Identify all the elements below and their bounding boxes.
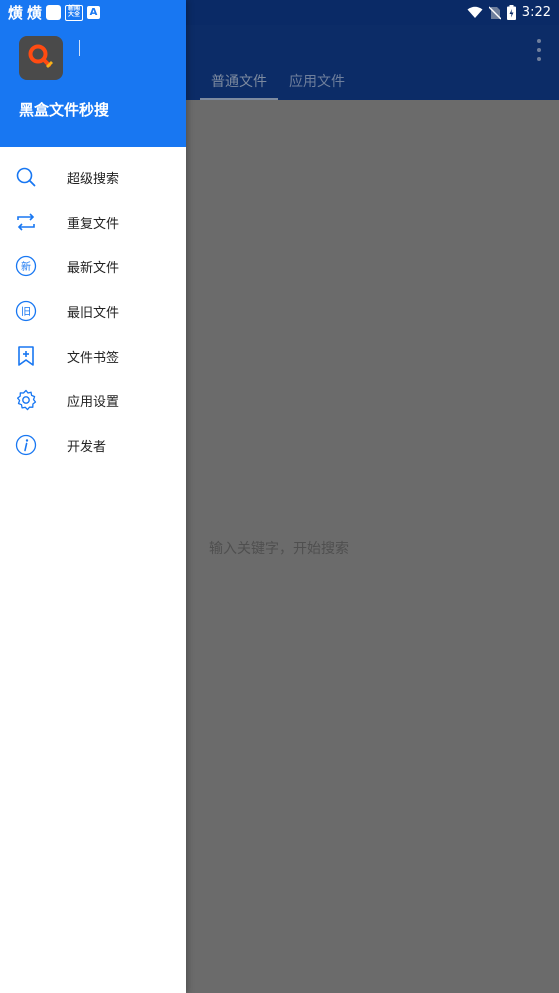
menu-label: 最新文件 — [67, 261, 120, 277]
drawer-menu: 超级搜索 重复文件 新 最新文件 旧 最旧文件 文件书签 应用设置 开发者 — [0, 155, 186, 468]
tab-app-files[interactable]: 应用文件 — [278, 66, 356, 100]
search-icon — [16, 167, 36, 187]
menu-label: 最旧文件 — [67, 305, 120, 321]
svg-text:旧: 旧 — [21, 306, 31, 318]
menu-label: 重复文件 — [67, 216, 120, 232]
menu-item-super-search[interactable]: 超级搜索 — [0, 155, 186, 200]
battery-charging-icon — [506, 5, 516, 20]
empty-search-hint: 输入关键字，开始搜索 — [209, 541, 349, 557]
menu-item-oldest-files[interactable]: 旧 最旧文件 — [0, 289, 186, 334]
menu-label: 应用设置 — [67, 395, 120, 411]
menu-label: 文件书签 — [67, 350, 120, 366]
app-name: 黑盒文件秒搜 — [19, 101, 110, 119]
new-badge-icon: 新 — [15, 256, 37, 277]
menu-item-file-bookmarks[interactable]: 文件书签 — [0, 334, 186, 379]
status-bar-left: 熿 熿 新闻大全 A — [8, 0, 101, 25]
gear-icon — [16, 390, 37, 411]
news-app-icon: 新闻大全 — [65, 4, 84, 21]
menu-item-developer[interactable]: 开发者 — [0, 423, 186, 468]
menu-label: 超级搜索 — [67, 171, 120, 187]
notification-glyph-1: 熿 — [8, 4, 24, 22]
notification-glyph-2: 熿 — [27, 4, 43, 22]
text-cursor — [79, 40, 80, 56]
menu-label: 开发者 — [67, 439, 107, 455]
old-badge-icon: 旧 — [15, 300, 37, 322]
clock: 3:22 — [521, 5, 551, 20]
menu-item-newest-files[interactable]: 新 最新文件 — [0, 244, 186, 289]
no-sim-icon — [488, 5, 501, 20]
tab-normal-files[interactable]: 普通文件 — [200, 66, 278, 100]
menu-item-app-settings[interactable]: 应用设置 — [0, 378, 186, 423]
navigation-drawer: 黑盒文件秒搜 超级搜索 重复文件 新 最新文件 旧 最旧文件 文件书签 应用设置… — [0, 0, 186, 993]
app-logo — [19, 36, 63, 80]
info-icon — [15, 434, 37, 456]
overflow-menu-button[interactable] — [533, 39, 545, 61]
status-bar-right: 3:22 — [467, 0, 551, 25]
search-magnifier-logo-icon — [28, 44, 53, 68]
menu-item-duplicate-files[interactable]: 重复文件 — [0, 200, 186, 245]
bookmark-icon — [18, 345, 34, 366]
wifi-icon — [467, 6, 483, 18]
repeat-icon — [17, 213, 35, 231]
a-badge-icon: A — [87, 6, 101, 19]
notification-square-icon — [46, 5, 62, 20]
svg-text:新: 新 — [21, 260, 31, 273]
